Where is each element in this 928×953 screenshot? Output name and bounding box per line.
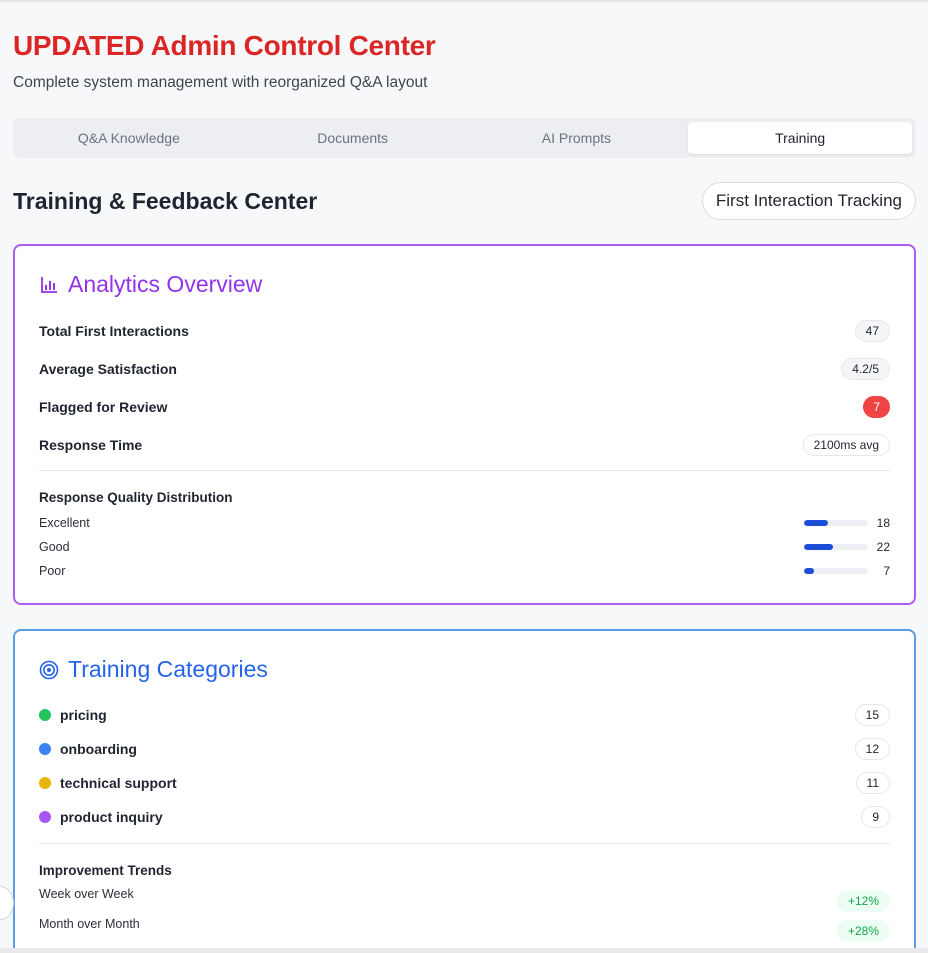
- divider: [39, 470, 890, 471]
- page-subtitle: Complete system management with reorgani…: [13, 74, 428, 91]
- trend-label: Month over Month: [39, 917, 140, 931]
- stat-row-total-interactions: Total First Interactions 47: [39, 319, 890, 343]
- trends-title: Improvement Trends: [39, 863, 172, 878]
- analytics-card-title: Analytics Overview: [68, 271, 263, 297]
- tab-bar: Q&A Knowledge Documents AI Prompts Train…: [13, 118, 916, 158]
- trend-label: Week over Week: [39, 887, 134, 901]
- tab-training[interactable]: Training: [688, 122, 912, 154]
- stat-label: Response Time: [39, 437, 143, 453]
- bar-chart-icon: [39, 275, 59, 295]
- analytics-card-header: Analytics Overview: [39, 271, 262, 298]
- distribution-count: 18: [876, 516, 890, 530]
- category-color-dot: [39, 743, 51, 755]
- training-categories-card: Training Categories pricing 15 onboardin…: [13, 629, 916, 953]
- stat-label: Total First Interactions: [39, 323, 189, 339]
- categories-card-header: Training Categories: [39, 656, 268, 683]
- divider: [39, 843, 890, 844]
- category-row-technical-support[interactable]: technical support 11: [39, 772, 890, 794]
- category-label-group: pricing: [39, 707, 107, 723]
- category-count-badge: 15: [854, 704, 890, 726]
- stat-badge: 2100ms avg: [802, 434, 890, 456]
- target-icon: [39, 660, 59, 680]
- category-count-badge: 12: [854, 738, 890, 760]
- tab-ai-prompts[interactable]: AI Prompts: [465, 122, 689, 154]
- category-label-group: product inquiry: [39, 809, 163, 825]
- stat-badge: 4.2/5: [841, 358, 890, 380]
- category-label: pricing: [60, 707, 107, 723]
- distribution-bar: [804, 520, 868, 526]
- stat-badge: 47: [854, 320, 890, 342]
- distribution-row-good: Good 22: [39, 539, 890, 555]
- distribution-bar-fill: [804, 520, 829, 526]
- tab-documents[interactable]: Documents: [241, 122, 465, 154]
- category-row-pricing[interactable]: pricing 15: [39, 704, 890, 726]
- trend-badge: +28%: [836, 920, 890, 942]
- category-row-onboarding[interactable]: onboarding 12: [39, 738, 890, 760]
- bottom-scrollbar[interactable]: [0, 948, 928, 953]
- top-border: [0, 0, 928, 2]
- trend-row-week: Week over Week +12%: [39, 887, 890, 912]
- distribution-count: 7: [883, 564, 890, 578]
- category-color-dot: [39, 811, 51, 823]
- trend-badge: +12%: [836, 890, 890, 912]
- stat-row-flagged: Flagged for Review 7: [39, 395, 890, 419]
- distribution-value-group: 22: [804, 540, 890, 554]
- side-panel-handle[interactable]: [0, 886, 14, 920]
- section-title: Training & Feedback Center: [13, 188, 318, 214]
- first-interaction-tracking-button[interactable]: First Interaction Tracking: [701, 182, 916, 220]
- analytics-overview-card: Analytics Overview Total First Interacti…: [13, 244, 916, 605]
- page-title: UPDATED Admin Control Center: [13, 30, 436, 61]
- categories-card-title: Training Categories: [68, 656, 268, 682]
- stat-row-response-time: Response Time 2100ms avg: [39, 433, 890, 457]
- category-color-dot: [39, 777, 51, 789]
- distribution-label: Excellent: [39, 516, 90, 530]
- distribution-bar-fill: [804, 568, 814, 574]
- category-label: technical support: [60, 775, 177, 791]
- stat-label: Flagged for Review: [39, 399, 168, 415]
- distribution-bar: [804, 544, 868, 550]
- category-count-badge: 11: [855, 772, 890, 794]
- stat-row-average-satisfaction: Average Satisfaction 4.2/5: [39, 357, 890, 381]
- tab-qa-knowledge[interactable]: Q&A Knowledge: [17, 122, 241, 154]
- category-label-group: onboarding: [39, 741, 137, 757]
- category-count-badge: 9: [861, 806, 890, 828]
- category-label: onboarding: [60, 741, 137, 757]
- flagged-count-badge[interactable]: 7: [863, 396, 890, 418]
- stat-label: Average Satisfaction: [39, 361, 177, 377]
- distribution-row-poor: Poor 7: [39, 563, 890, 579]
- trend-row-month: Month over Month +28%: [39, 917, 890, 942]
- distribution-label: Poor: [39, 564, 66, 578]
- distribution-title: Response Quality Distribution: [39, 490, 233, 505]
- distribution-value-group: 7: [804, 564, 890, 578]
- distribution-label: Good: [39, 540, 70, 554]
- distribution-value-group: 18: [804, 516, 890, 530]
- distribution-bar: [804, 568, 868, 574]
- category-label-group: technical support: [39, 775, 177, 791]
- category-row-product-inquiry[interactable]: product inquiry 9: [39, 806, 890, 828]
- category-label: product inquiry: [60, 809, 163, 825]
- category-color-dot: [39, 709, 51, 721]
- distribution-bar-fill: [804, 544, 834, 550]
- distribution-count: 22: [876, 540, 890, 554]
- distribution-row-excellent: Excellent 18: [39, 515, 890, 531]
